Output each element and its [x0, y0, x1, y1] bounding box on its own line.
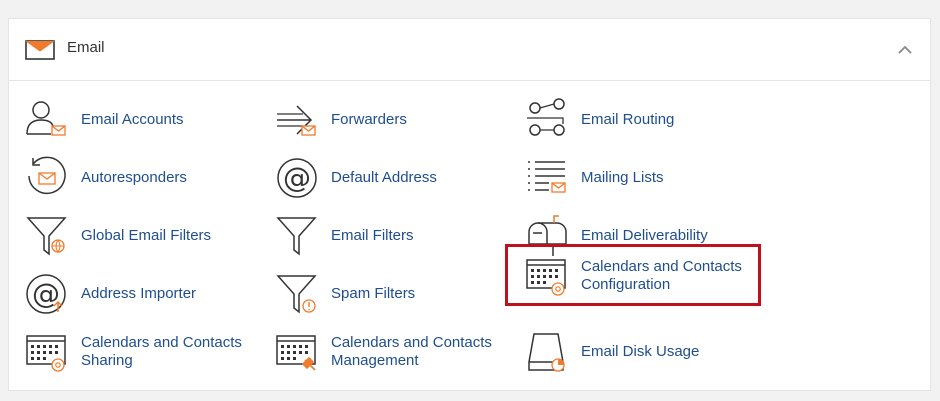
calendars-contacts-sharing-icon [26, 335, 66, 372]
global-email-filters-icon [26, 217, 67, 256]
chevron-up-icon[interactable] [896, 41, 914, 59]
envelope-icon [25, 40, 55, 60]
autoresponders-icon [28, 156, 66, 195]
svg-text:@: @ [283, 161, 311, 194]
default-address-icon: @ [277, 158, 317, 198]
item-label: Email Routing [581, 111, 675, 128]
email-section-header[interactable]: Email [9, 19, 930, 81]
item-label: Default Address [331, 169, 437, 186]
forwarders-icon [277, 105, 316, 136]
address-importer-icon: @ [26, 274, 66, 314]
section-title: Email [67, 39, 105, 56]
email-accounts-icon [26, 101, 66, 136]
item-label: Calendars and Contacts Sharing [81, 334, 242, 369]
mailing-lists-icon [528, 161, 566, 193]
email-disk-usage-icon [528, 333, 565, 372]
item-label: Spam Filters [331, 285, 416, 302]
spam-filters-icon [276, 275, 317, 314]
email-filters-icon [276, 217, 317, 256]
email-routing-icon [527, 98, 565, 136]
item-label: Forwarders [331, 111, 407, 128]
highlight-box [505, 244, 761, 306]
calendars-contacts-management-icon [276, 335, 316, 371]
item-label: Mailing Lists [581, 169, 664, 186]
item-label: Address Importer [81, 285, 197, 302]
item-label: Email Accounts [81, 111, 184, 128]
item-label: Email Disk Usage [581, 343, 700, 360]
item-label: Global Email Filters [81, 227, 212, 244]
item-label: Autoresponders [81, 169, 187, 186]
item-label: Email Filters [331, 227, 414, 244]
item-label: Calendars and Contacts Management [331, 334, 492, 369]
